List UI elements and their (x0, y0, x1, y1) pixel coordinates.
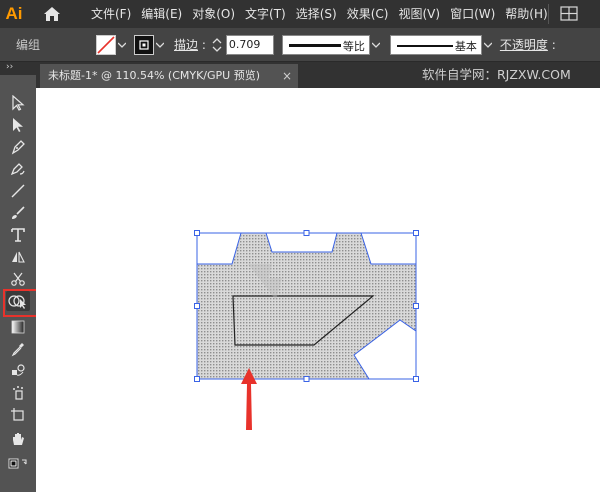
chevron-down-icon (371, 42, 380, 48)
menu-edit[interactable]: 编辑(E) (136, 0, 187, 28)
panel-collapse-icon[interactable]: ›› (6, 62, 13, 72)
chevron-down-icon (483, 42, 492, 48)
stroke-swatch[interactable] (134, 34, 154, 55)
profile-dropdown[interactable] (370, 35, 382, 55)
direct-selection-tool[interactable] (6, 115, 30, 135)
chevron-down-icon (156, 42, 164, 48)
curvature-tool[interactable] (6, 159, 30, 179)
stroke-weight-field[interactable]: 0.709 (225, 34, 274, 55)
scissors-tool[interactable] (6, 269, 30, 289)
fill-swatch[interactable] (96, 34, 116, 55)
menu-help[interactable]: 帮助(H) (500, 0, 552, 28)
selection-tool[interactable] (6, 93, 30, 113)
stepper-icon (212, 37, 222, 52)
scissors-tool-icon (11, 272, 25, 286)
layout-grid-icon (560, 6, 578, 21)
paintbrush-tool[interactable] (6, 203, 30, 223)
artwork (194, 230, 419, 430)
stroke-label[interactable]: 描边 : (174, 36, 206, 53)
menu-file[interactable]: 文件(F) (86, 0, 136, 28)
hand-tool-icon (13, 433, 24, 445)
blend-tool[interactable] (6, 361, 30, 381)
menu-select[interactable]: 选择(S) (291, 0, 342, 28)
variable-width-profile[interactable]: 等比 (281, 34, 370, 55)
paintbrush-tool-icon (12, 206, 25, 219)
stroke-square-icon (139, 39, 149, 50)
brush-label: 基本 (452, 37, 477, 54)
artboard-tool[interactable] (6, 405, 30, 425)
menu-items: 文件(F) 编辑(E) 对象(O) 文字(T) 选择(S) 效果(C) 视图(V… (86, 0, 553, 28)
menu-type[interactable]: 文字(T) (240, 0, 291, 28)
workspace-layout-button[interactable] (560, 6, 578, 21)
pen-tool[interactable] (6, 137, 30, 157)
menu-bar: Ai 文件(F) 编辑(E) 对象(O) 文字(T) 选择(S) 效果(C) 视… (0, 0, 600, 28)
brush-dropdown[interactable] (482, 35, 494, 55)
stroke-weight-stepper[interactable] (210, 35, 224, 55)
stroke-dropdown[interactable] (154, 35, 166, 55)
line-tool[interactable] (6, 181, 30, 201)
chevron-down-icon (118, 42, 126, 48)
menu-effect[interactable]: 效果(C) (342, 0, 394, 28)
control-bar: 编组 描边 : 0.709 等比 基本 不透明度 : (0, 28, 600, 62)
document-tab-bar: 未标题-1* @ 110.54% (CMYK/GPU 预览) × 软件自学网：R… (0, 62, 600, 88)
reflect-tool-icon (12, 251, 25, 263)
tools-panel (0, 75, 36, 492)
type-tool[interactable] (6, 225, 30, 245)
fill-stroke-control[interactable] (6, 457, 30, 477)
menu-object[interactable]: 对象(O) (187, 0, 240, 28)
home-icon (44, 7, 60, 21)
fill-dropdown[interactable] (116, 35, 128, 55)
line-tool-icon (11, 184, 25, 198)
watermark-text: 软件自学网：RJZXW.COM (422, 67, 571, 82)
document-tab-title: 未标题-1* @ 110.54% (CMYK/GPU 预览) (48, 69, 260, 82)
menubar-divider (548, 4, 549, 24)
artboard-tool-icon (11, 408, 24, 421)
direct-selection-tool-icon (13, 118, 23, 132)
app-logo: Ai (5, 4, 23, 23)
eyedropper-tool-icon (11, 343, 24, 357)
type-tool-icon (11, 228, 25, 242)
selection-tool-icon (12, 95, 25, 111)
grouped-shape[interactable] (196, 232, 417, 380)
gradient-tool-icon (11, 320, 25, 334)
blend-tool-icon (12, 364, 25, 376)
symbol-sprayer-tool[interactable] (6, 383, 30, 403)
curvature-tool-icon (10, 163, 25, 176)
menu-view[interactable]: 视图(V) (393, 0, 445, 28)
pen-tool-icon (11, 140, 25, 155)
none-fill-icon (97, 35, 115, 54)
profile-label: 等比 (340, 37, 365, 54)
symbol-sprayer-tool-icon (13, 386, 23, 400)
hand-tool[interactable] (6, 429, 30, 449)
opacity-label[interactable]: 不透明度 : (500, 36, 556, 53)
document-tab[interactable]: 未标题-1* @ 110.54% (CMYK/GPU 预览) × (40, 64, 298, 88)
eyedropper-tool[interactable] (6, 339, 30, 359)
home-button[interactable] (36, 0, 68, 28)
fill-stroke-icon (8, 458, 27, 469)
selection-type-label: 编组 (16, 38, 41, 52)
reflect-tool[interactable] (6, 247, 30, 267)
gradient-tool[interactable] (6, 317, 30, 337)
menu-window[interactable]: 窗口(W) (445, 0, 500, 28)
brush-definition[interactable]: 基本 (389, 34, 482, 55)
canvas-area[interactable] (36, 88, 600, 492)
close-icon[interactable]: × (282, 64, 292, 88)
